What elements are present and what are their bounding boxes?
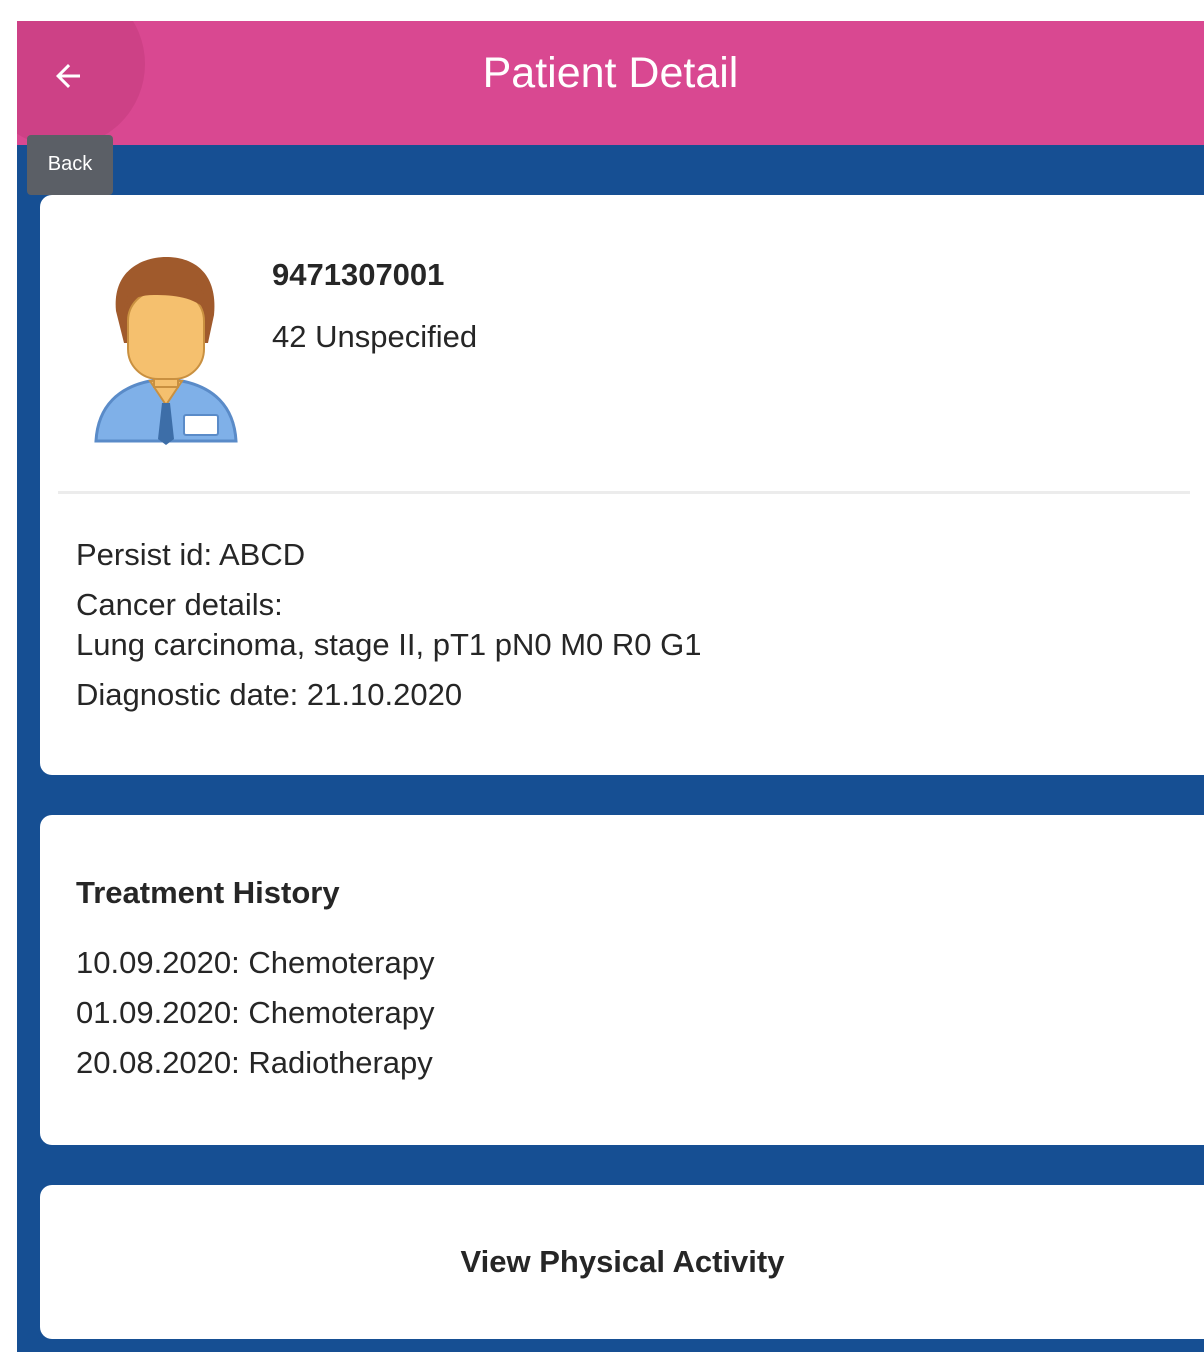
back-tooltip: Back xyxy=(27,135,113,195)
persist-id: Persist id: ABCD xyxy=(76,537,306,572)
back-button[interactable] xyxy=(37,49,99,103)
page-title: Patient Detail xyxy=(482,49,739,97)
diagnostic-date: Diagnostic date: 21.10.2020 xyxy=(76,677,463,712)
cancer-details-label: Cancer details: xyxy=(76,587,283,622)
app-header: Patient Detail xyxy=(17,21,1204,147)
card-divider xyxy=(58,491,1190,494)
patient-id: 9471307001 xyxy=(272,257,445,292)
treatment-history-item: 10.09.2020: Chemoterapy xyxy=(76,945,435,980)
arrow-left-icon xyxy=(56,64,80,88)
treatment-history-item: 20.08.2020: Radiotherapy xyxy=(76,1045,433,1080)
app-screen: Patient Detail Back 9471307001 42 Unspec… xyxy=(17,21,1204,1352)
treatment-history-item: 01.09.2020: Chemoterapy xyxy=(76,995,435,1030)
treatment-history-title: Treatment History xyxy=(76,875,340,910)
treatment-history-card: Treatment History 10.09.2020: Chemoterap… xyxy=(40,815,1204,1145)
male-patient-avatar-icon xyxy=(94,257,238,445)
patient-age-gender: 42 Unspecified xyxy=(272,319,478,354)
view-physical-activity-label: View Physical Activity xyxy=(460,1244,785,1279)
patient-info-card: 9471307001 42 Unspecified Persist id: AB… xyxy=(40,195,1204,775)
view-physical-activity-button[interactable]: View Physical Activity xyxy=(40,1185,1204,1339)
cancer-details-value: Lung carcinoma, stage II, pT1 pN0 M0 R0 … xyxy=(76,627,702,662)
